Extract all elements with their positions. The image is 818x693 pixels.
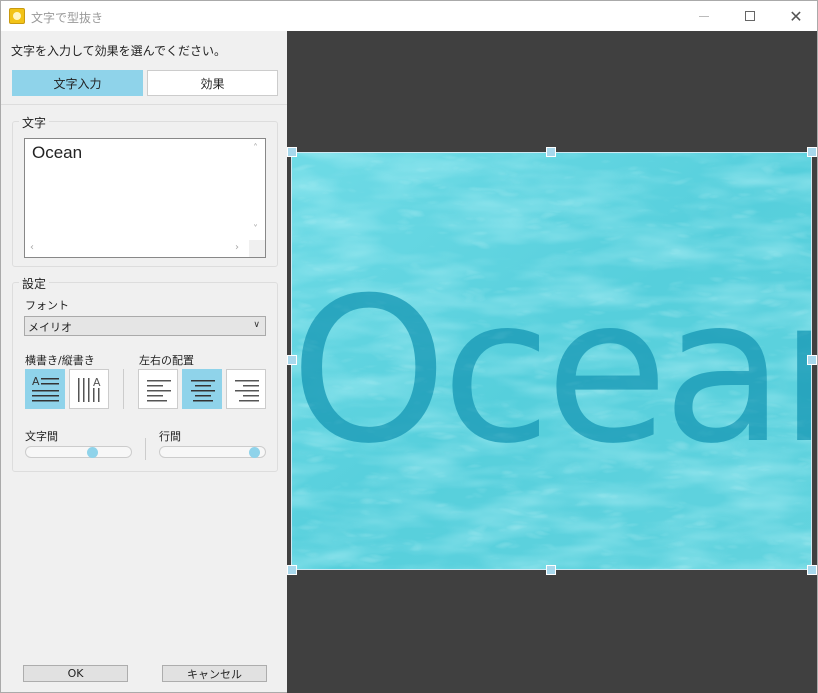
horizontal-text-icon: A (32, 375, 59, 402)
close-icon: ✕ (789, 6, 803, 26)
resize-handle[interactable] (287, 147, 297, 157)
title-bar: 文字で型抜き ✕ (0, 0, 818, 31)
divider (123, 369, 124, 409)
line-spacing-label: 行間 (159, 430, 181, 443)
ok-button[interactable]: OK (23, 665, 128, 682)
preview-canvas: Ocean (287, 31, 818, 693)
text-group-title: 文字 (19, 114, 50, 131)
cancel-button[interactable]: キャンセル (162, 665, 267, 682)
scroll-right-icon[interactable]: › (235, 243, 239, 253)
align-right-button[interactable] (226, 369, 266, 409)
font-label: フォント (25, 299, 69, 312)
scroll-corner (249, 240, 265, 257)
maximize-icon (745, 11, 755, 21)
resize-handle[interactable] (287, 565, 297, 575)
horizontal-scrollbar[interactable]: ‹ › (25, 240, 249, 257)
app-icon (9, 8, 25, 24)
align-center-button[interactable] (182, 369, 222, 409)
control-panel: 文字を入力して効果を選んでください。 文字入力 効果 文字 Ocean ˄ ˅ … (0, 31, 288, 693)
font-select-value: メイリオ (28, 321, 72, 334)
window-title: 文字で型抜き (31, 11, 104, 25)
vertical-scrollbar[interactable]: ˄ ˅ (249, 139, 265, 241)
resize-handle[interactable] (807, 565, 817, 575)
slider-handle[interactable] (249, 447, 261, 458)
resize-handle[interactable] (287, 355, 297, 365)
text-group: 文字 Ocean ˄ ˅ ‹ › (12, 114, 278, 267)
tab-effect[interactable]: 効果 (147, 70, 278, 96)
horizontal-writing-button[interactable]: A (25, 369, 65, 409)
svg-text:A: A (93, 376, 101, 389)
text-input[interactable]: Ocean ˄ ˅ ‹ › (24, 138, 266, 258)
resize-handle[interactable] (546, 565, 556, 575)
preview-image[interactable]: Ocean (291, 152, 812, 570)
chevron-down-icon: ∨ (253, 320, 260, 330)
scroll-left-icon[interactable]: ‹ (30, 243, 34, 253)
maximize-button[interactable] (727, 1, 773, 31)
vertical-writing-button[interactable]: A (69, 369, 109, 409)
orientation-label: 横書き/縦書き (25, 354, 95, 367)
svg-text:A: A (32, 375, 40, 388)
align-left-button[interactable] (138, 369, 178, 409)
close-button[interactable]: ✕ (773, 1, 818, 31)
resize-handle[interactable] (807, 147, 817, 157)
water-photo: Ocean (292, 153, 811, 569)
resize-handle[interactable] (546, 147, 556, 157)
text-input-value: Ocean (32, 143, 83, 162)
slider-handle[interactable] (87, 447, 99, 458)
instruction-text: 文字を入力して効果を選んでください。 (11, 44, 227, 58)
letter-spacing-label: 文字間 (25, 430, 58, 443)
minimize-icon (699, 15, 709, 17)
alignment-label: 左右の配置 (139, 354, 194, 367)
align-left-icon (147, 380, 171, 402)
align-right-icon (235, 380, 259, 402)
align-center-icon (191, 380, 215, 402)
tab-text-input[interactable]: 文字入力 (12, 70, 143, 96)
settings-group: 設定 フォント メイリオ ∨ 横書き/縦書き 左右の配置 A A 文字間 行間 (12, 275, 278, 472)
divider (145, 438, 146, 460)
scroll-down-icon[interactable]: ˅ (253, 225, 258, 235)
font-select[interactable]: メイリオ ∨ (24, 316, 266, 336)
line-spacing-slider[interactable] (159, 446, 266, 458)
scroll-up-icon[interactable]: ˄ (253, 144, 258, 154)
divider (1, 104, 288, 105)
settings-group-title: 設定 (19, 275, 50, 292)
letter-spacing-slider[interactable] (25, 446, 132, 458)
resize-handle[interactable] (807, 355, 817, 365)
vertical-text-icon: A (78, 376, 101, 402)
minimize-button[interactable] (681, 1, 727, 31)
